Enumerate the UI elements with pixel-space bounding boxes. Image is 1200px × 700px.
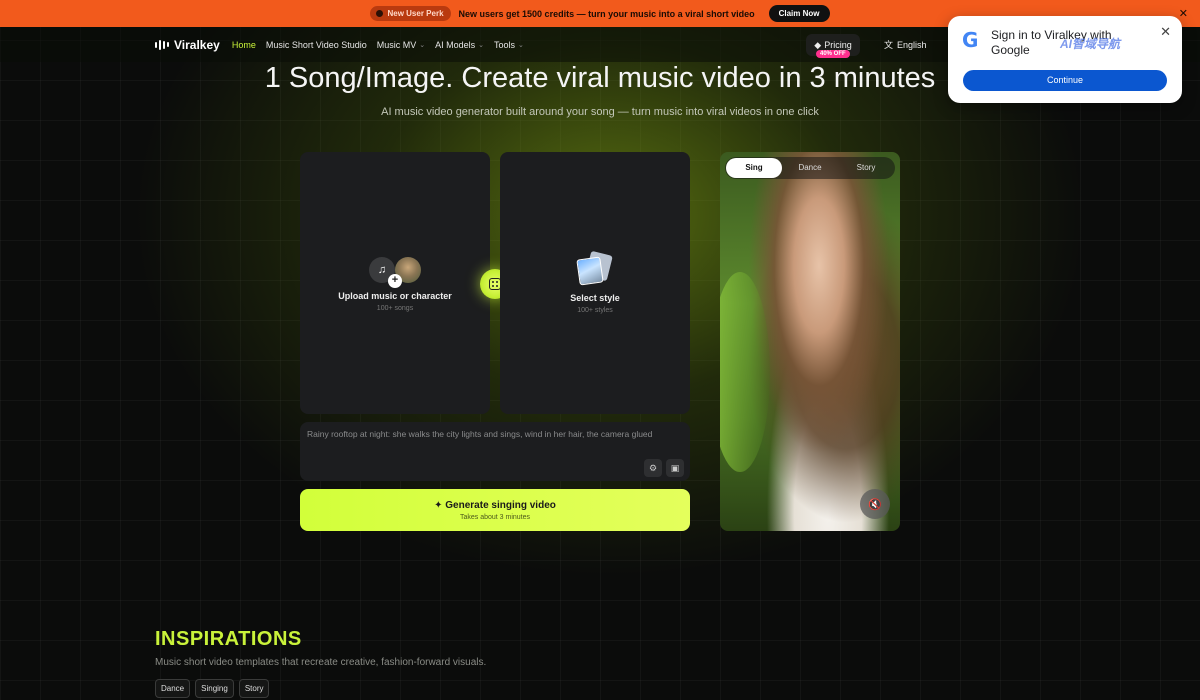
style-card-title: Select style	[570, 292, 620, 303]
preview-tabs: Sing Dance Story	[725, 157, 895, 179]
inspirations-subtitle: Music short video templates that recreat…	[155, 657, 487, 668]
page-subtitle: AI music video generator built around yo…	[381, 106, 819, 118]
mute-icon[interactable]: 🔇	[860, 489, 890, 519]
discount-badge: 40% OFF	[816, 50, 850, 58]
promo-close-icon[interactable]: ✕	[1179, 7, 1188, 20]
chevron-down-icon: ⌄	[478, 41, 485, 49]
select-style-card[interactable]: Select style 100+ styles	[500, 152, 690, 414]
nav-tools-label: Tools	[494, 39, 516, 50]
nav-music-mv-label: Music MV	[376, 39, 417, 50]
video-preview[interactable]: Sing Dance Story 🔇	[720, 152, 900, 531]
tab-story[interactable]: Story	[838, 158, 894, 178]
claim-now-button[interactable]: Claim Now	[768, 5, 830, 22]
brand-name: Viralkey	[174, 37, 220, 52]
translate-icon: 文	[884, 40, 894, 50]
style-thumbnails-icon	[575, 250, 615, 287]
inspiration-filters: Dance Singing Story	[155, 679, 270, 698]
style-card-subtitle: 100+ styles	[577, 306, 613, 314]
pricing-button[interactable]: ◆ Pricing 40% OFF	[806, 34, 860, 58]
generate-video-button[interactable]: ✦ Generate singing video Takes about 3 m…	[300, 489, 690, 531]
settings-sliders-icon[interactable]: ⚙	[644, 459, 662, 477]
nav-home-label: Home	[231, 39, 256, 50]
prompt-text: Rainy rooftop at night: she walks the ci…	[307, 429, 653, 439]
upload-music-card[interactable]: ♫ + Upload music or character 100+ songs	[300, 152, 490, 414]
perk-badge: New User Perk	[370, 6, 451, 21]
google-logo-icon: G	[962, 28, 979, 52]
nav-music-short-video-studio[interactable]: Music Short Video Studio	[266, 40, 367, 50]
dice-small-icon[interactable]: ▣	[666, 459, 684, 477]
promo-message: New users get 1500 credits — turn your m…	[458, 8, 755, 19]
inspirations-title: INSPIRATIONS	[155, 628, 302, 650]
google-continue-button[interactable]: Continue	[963, 70, 1167, 91]
nav-music-mv[interactable]: Music MV ⌄	[377, 40, 425, 50]
nav-ai-models[interactable]: AI Models ⌄	[435, 40, 484, 50]
nav-ai-models-label: AI Models	[435, 39, 476, 50]
chevron-down-icon: ⌄	[419, 41, 426, 49]
upload-card-subtitle: 100+ songs	[376, 304, 414, 312]
language-label: English	[897, 39, 927, 50]
prompt-textarea[interactable]: Rainy rooftop at night: she walks the ci…	[300, 422, 690, 481]
prompt-tools: ⚙ ▣	[644, 459, 684, 477]
chip-dance[interactable]: Dance	[155, 679, 191, 698]
diamond-icon: ◆	[814, 39, 822, 50]
tab-sing[interactable]: Sing	[726, 158, 782, 178]
nav-tools[interactable]: Tools ⌄	[494, 40, 524, 50]
plus-icon: +	[388, 273, 402, 288]
tab-dance[interactable]: Dance	[782, 158, 838, 178]
upload-card-title: Upload music or character	[338, 290, 452, 301]
nav-home[interactable]: Home	[232, 40, 256, 50]
pricing-label: Pricing	[824, 40, 852, 50]
chip-singing[interactable]: Singing	[195, 679, 234, 698]
google-signin-popup: G Sign in to Viralkey with Google AI智域导航…	[948, 16, 1182, 103]
preview-foliage	[720, 272, 770, 472]
chip-story[interactable]: Story	[238, 679, 270, 698]
watermark-overlay: AI智域导航	[1060, 37, 1121, 51]
upload-avatars: ♫ +	[365, 255, 425, 288]
brand-logo[interactable]: Viralkey	[155, 38, 220, 52]
generate-sublabel: Takes about 3 minutes	[459, 513, 531, 521]
nav-studio-label: Music Short Video Studio	[265, 39, 367, 50]
close-icon[interactable]: ✕	[1160, 24, 1171, 40]
waveform-icon	[155, 39, 169, 50]
generate-label: ✦ Generate singing video	[434, 499, 556, 511]
chevron-down-icon: ⌄	[518, 41, 524, 49]
perk-label: New User Perk	[387, 9, 444, 18]
language-selector[interactable]: 文 English	[884, 38, 927, 51]
gift-icon	[376, 10, 384, 17]
